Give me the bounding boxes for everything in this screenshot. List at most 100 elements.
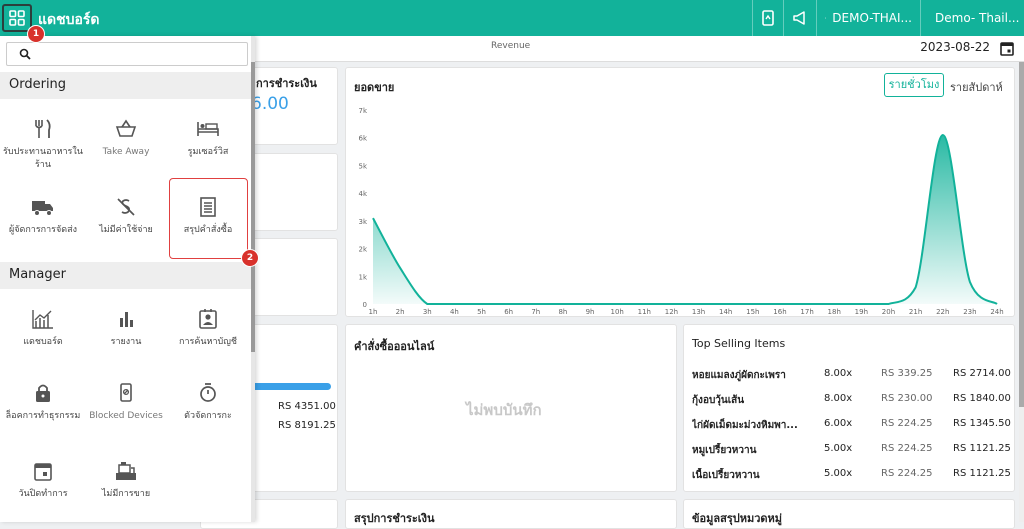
top-item-price: RS 224.25 [881, 418, 932, 429]
y-tick-label: 1k [358, 273, 367, 281]
menu-item-dine-in[interactable]: รับประทานอาหารในร้าน [2, 118, 84, 172]
x-tick-label: 8h [558, 308, 567, 316]
drawer-scrollbar[interactable] [251, 36, 255, 522]
x-tick-label: 21h [909, 308, 922, 316]
no-money-icon [115, 196, 137, 218]
user-menu[interactable]: Demo- Thail... [920, 0, 1024, 36]
fork-knife-icon [32, 118, 54, 140]
step-badge-2: 2 [241, 249, 259, 267]
basket-icon [115, 118, 137, 140]
menu-item-account-search[interactable]: การค้นหาบัญชี [167, 308, 249, 349]
menu-item-closing-days[interactable]: วันปิดทำการ [2, 460, 84, 501]
menu-item-room-service[interactable]: รูมเซอร์วิส [167, 118, 249, 159]
payment-summary-title: สรุปการชำระเงิน [354, 509, 434, 527]
top-item-price: RS 339.25 [881, 368, 932, 379]
menu-item-no-sale[interactable]: ไม่มีการขาย [85, 460, 167, 501]
register-icon [114, 460, 138, 482]
y-tick-label: 4k [358, 190, 367, 198]
x-tick-label: 17h [800, 308, 813, 316]
page-title: แดชบอร์ด [38, 9, 100, 31]
stopwatch-icon [197, 382, 219, 404]
menu-item-dashboard[interactable]: แดชบอร์ด [2, 308, 84, 349]
menu-item-no-charge[interactable]: ไม่มีค่าใช้จ่าย [85, 196, 167, 237]
menu-item-reports[interactable]: รายงาน [85, 308, 167, 349]
menu-item-label: รูมเซอร์วิส [188, 147, 229, 157]
top-item-qty: 8.00x [824, 393, 852, 404]
menu-item-label: วันปิดทำการ [18, 489, 67, 499]
top-item-qty: 8.00x [824, 368, 852, 379]
menu-item-label: รับประทานอาหารในร้าน [3, 147, 83, 170]
app-grid-button[interactable] [2, 4, 32, 32]
top-item-qty: 6.00x [824, 418, 852, 429]
x-tick-label: 6h [504, 308, 513, 316]
top-item-name: หมูเปรี้ยวหวาน [692, 443, 817, 458]
date-display[interactable]: 2023-08-22 [920, 40, 990, 54]
sales-line [373, 135, 997, 304]
lock-icon [32, 382, 54, 404]
menu-item-label: การค้นหาบัญชี [179, 337, 237, 347]
menu-item-label: Blocked Devices [89, 411, 163, 421]
y-tick-label: 3k [358, 218, 367, 226]
menu-item-take-away[interactable]: Take Away [85, 118, 167, 159]
top-item-name: เนื้อเปรี้ยวหวาน [692, 468, 817, 483]
announcement-button[interactable] [783, 0, 816, 36]
top-item-price: RS 230.00 [881, 393, 932, 404]
top-item-name: หอยแมลงภู่ผัดกะเพรา [692, 368, 817, 383]
tab-revenue[interactable]: Revenue [491, 41, 530, 51]
bar-icon [115, 308, 137, 330]
calendar-icon[interactable] [1000, 41, 1014, 56]
sales-chart: 01k2k3k4k5k6k7k1h2h3h4h5h6h7h8h9h10h11h1… [345, 97, 1015, 319]
x-tick-label: 14h [719, 308, 732, 316]
chart-icon [31, 308, 55, 330]
grid-icon [9, 10, 25, 26]
menu-item-label: ตัวจัดการกะ [184, 411, 232, 421]
sub-bar: Revenue 2023-08-22 [255, 36, 1024, 62]
weekly-toggle[interactable]: รายสัปดาห์ [950, 78, 1003, 96]
y-tick-label: 0 [363, 301, 367, 309]
highlight-order-summary [169, 178, 248, 259]
x-tick-label: 11h [638, 308, 651, 316]
x-tick-label: 18h [828, 308, 841, 316]
top-selling-title: Top Selling Items [692, 337, 785, 350]
main-scrollbar[interactable] [1019, 62, 1024, 522]
x-tick-label: 10h [611, 308, 624, 316]
top-item-total: RS 2714.00 [953, 368, 1011, 379]
store-selector[interactable]: DEMO-THAI... [816, 0, 920, 36]
x-tick-label: 7h [531, 308, 540, 316]
device-icon [115, 382, 137, 404]
menu-item-label: ผู้จัดการการจัดส่ง [9, 225, 77, 235]
drawer-scrollbar-thumb[interactable] [251, 62, 255, 352]
step-badge-1: 1 [27, 25, 45, 43]
hourly-toggle[interactable]: รายชั่วโมง [884, 73, 944, 97]
category-summary-card: ข้อมูลสรุปหมวดหมู่ [683, 499, 1015, 529]
menu-item-delivery-manager[interactable]: ผู้จัดการการจัดส่ง [2, 196, 84, 237]
payment-summary-card: สรุปการชำระเงิน [345, 499, 677, 529]
bed-icon [196, 118, 220, 140]
top-item-total: RS 1121.25 [953, 468, 1011, 479]
menu-item-transaction-lock[interactable]: ล็อคการทำธุรกรรม [2, 382, 84, 423]
menu-item-blocked-devices[interactable]: Blocked Devices [85, 382, 167, 423]
top-selling-card: Top Selling Items [683, 324, 1015, 492]
search-input[interactable] [6, 42, 248, 66]
calendar-icon [32, 460, 54, 482]
menu-item-shift-manager[interactable]: ตัวจัดการกะ [167, 382, 249, 423]
top-item-price: RS 224.25 [881, 468, 932, 479]
menu-item-label: ไม่มีค่าใช้จ่าย [99, 225, 153, 235]
navigation-drawer: Ordering รับประทานอาหารในร้าน Take Away … [0, 36, 255, 522]
megaphone-icon [792, 10, 808, 26]
online-orders-title: คำสั่งซื้อออนไลน์ [354, 337, 434, 355]
store-name: DEMO-THAI... [832, 11, 912, 25]
user-name: Demo- Thail... [935, 11, 1019, 25]
top-item-qty: 5.00x [824, 468, 852, 479]
x-tick-label: 1h [369, 308, 378, 316]
x-tick-label: 23h [963, 308, 976, 316]
x-tick-label: 5h [477, 308, 486, 316]
menu-item-label: แดชบอร์ด [23, 337, 63, 347]
x-tick-label: 13h [692, 308, 705, 316]
x-tick-label: 4h [450, 308, 459, 316]
menu-item-label: รายงาน [111, 337, 142, 347]
main-scrollbar-thumb[interactable] [1019, 62, 1024, 407]
x-tick-label: 12h [665, 308, 678, 316]
device-button[interactable] [752, 0, 783, 36]
y-tick-label: 2k [358, 246, 367, 254]
